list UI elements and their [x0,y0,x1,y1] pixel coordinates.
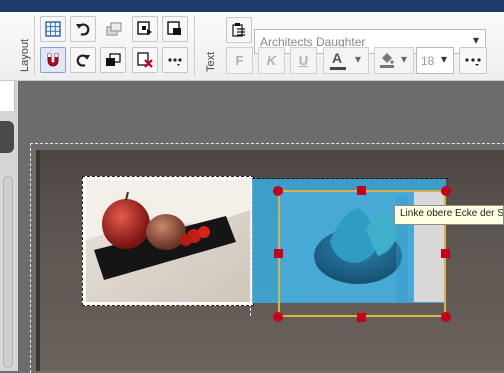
redo-button[interactable] [70,47,96,73]
underline-label: U [298,53,309,68]
left-panel [0,81,18,371]
divider [194,16,195,76]
resize-handle-bottom-right[interactable] [441,312,451,322]
bring-to-front-button[interactable] [132,16,158,42]
guide-line [250,176,251,316]
more-layout-button[interactable] [162,47,188,73]
tooltip: Linke obere Ecke der S [394,205,504,225]
resize-handle-bottom[interactable] [357,313,366,322]
chevron-down-icon: ▾ [441,52,448,66]
font-size-value: 18 [421,54,435,68]
page-edge [36,150,40,371]
chevron-down-icon: ▾ [472,33,479,47]
send-to-back-button[interactable] [162,16,188,42]
text-group-label: Text [205,51,217,72]
panel-handle[interactable] [0,121,14,153]
bold-label: F [235,53,244,68]
bring-forward-button[interactable] [100,16,126,42]
undo-button[interactable] [70,16,96,42]
underline-button[interactable]: U [290,47,317,74]
more-text-button[interactable] [459,47,487,74]
font-color-swatch [330,67,346,70]
highlight-color-select[interactable]: ▾ [374,47,414,74]
highlight-icon [379,51,395,74]
bold-button[interactable]: F [226,47,253,74]
font-size-select[interactable]: 18 ▾ [416,47,454,74]
resize-handle-left[interactable] [274,249,283,258]
layout-group-label: Layout [19,38,31,72]
delete-button[interactable] [132,47,158,73]
resize-handle-bottom-left[interactable] [273,312,283,322]
chevron-down-icon: ▾ [401,52,408,66]
apple-photo-image [86,180,250,302]
paste-format-button[interactable] [226,17,252,43]
italic-label: K [266,53,277,68]
resize-handle-top-left[interactable] [273,186,283,196]
title-bar [0,0,504,12]
magnet-button[interactable] [40,47,66,73]
panel-scrollbar[interactable] [3,176,13,368]
photo-apples[interactable] [82,176,254,306]
italic-button[interactable]: K [258,47,285,74]
guide-line [252,178,448,179]
send-backward-button[interactable] [100,47,126,73]
panel-tab[interactable] [0,81,15,111]
grid-button[interactable] [40,16,66,42]
resize-handle-top[interactable] [357,186,366,195]
font-color-select[interactable]: A ▾ [323,47,369,74]
divider [34,16,35,76]
chevron-down-icon: ▾ [355,52,362,66]
resize-handle-right[interactable] [441,249,450,258]
font-color-label: A [332,50,343,66]
resize-handle-top-right[interactable] [441,186,451,196]
ribbon-toolbar: Layout Text Architects Daughter ▾ F K U … [0,12,504,81]
